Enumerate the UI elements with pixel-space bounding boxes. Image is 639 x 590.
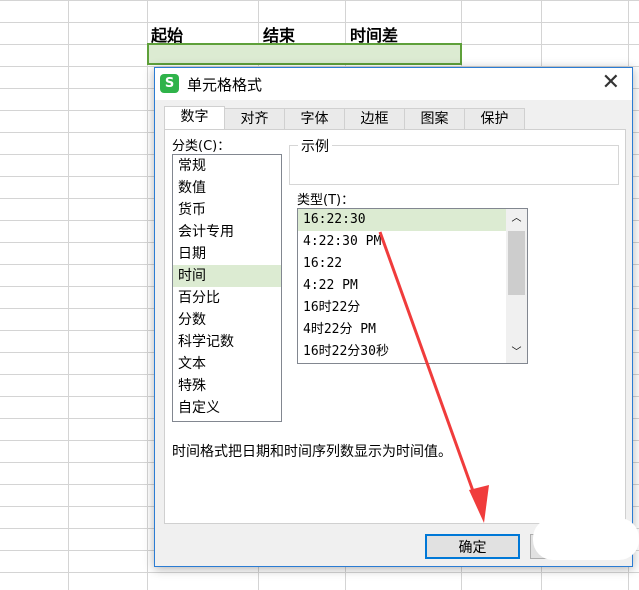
annotation-arrow [378,231,489,523]
